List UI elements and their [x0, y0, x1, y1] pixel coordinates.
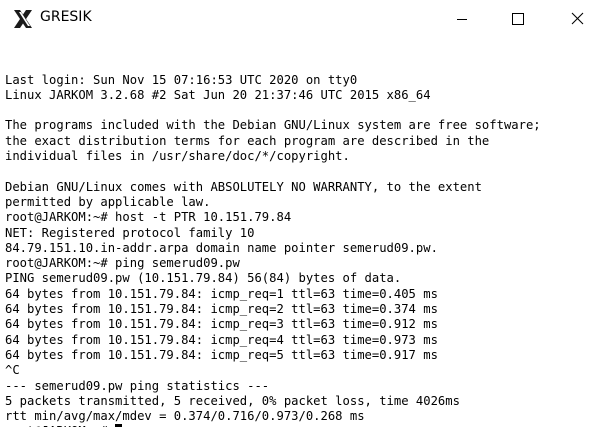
terminal-line: The programs included with the Debian GN…	[5, 118, 541, 133]
terminal-line: 64 bytes from 10.151.79.84: icmp_req=4 t…	[5, 332, 438, 347]
terminal-line: the exact distribution terms for each pr…	[5, 133, 490, 148]
window-title: GRESIK	[40, 9, 92, 25]
window-bottom-edge	[0, 427, 607, 435]
terminal-line: --- semerud09.pw ping statistics ---	[5, 378, 270, 393]
x-app-icon	[12, 8, 34, 30]
maximize-icon	[512, 13, 524, 25]
terminal-line: ^C	[5, 363, 20, 378]
terminal-line: Linux JARKOM 3.2.68 #2 Sat Jun 20 21:37:…	[5, 87, 431, 102]
terminal-line: Debian GNU/Linux comes with ABSOLUTELY N…	[5, 179, 482, 194]
terminal-line: permitted by applicable law.	[5, 194, 211, 209]
terminal-line: NET: Registered protocol family 10	[5, 225, 255, 240]
terminal-line: 64 bytes from 10.151.79.84: icmp_req=5 t…	[5, 347, 438, 362]
terminal-window: GRESIK Last login: Sun Nov 15 07:16:53 U…	[0, 0, 607, 435]
close-icon	[571, 12, 584, 25]
terminal-line: 64 bytes from 10.151.79.84: icmp_req=2 t…	[5, 302, 438, 317]
terminal-line: 64 bytes from 10.151.79.84: icmp_req=3 t…	[5, 317, 438, 332]
terminal-line: Last login: Sun Nov 15 07:16:53 UTC 2020…	[5, 72, 358, 87]
minimize-icon	[457, 19, 467, 20]
terminal-line: rtt min/avg/max/mdev = 0.374/0.716/0.973…	[5, 409, 365, 424]
minimize-button[interactable]	[439, 0, 485, 38]
terminal-line: individual files in /usr/share/doc/*/cop…	[5, 149, 350, 164]
close-button[interactable]	[553, 0, 599, 38]
terminal-line: root@JARKOM:~# ping semerud09.pw	[5, 256, 240, 271]
maximize-button[interactable]	[493, 0, 539, 38]
terminal-line: 84.79.151.10.in-addr.arpa domain name po…	[5, 240, 438, 255]
terminal-line: root@JARKOM:~# host -t PTR 10.151.79.84	[5, 210, 292, 225]
terminal-line: 64 bytes from 10.151.79.84: icmp_req=1 t…	[5, 286, 438, 301]
terminal-line: 5 packets transmitted, 5 received, 0% pa…	[5, 393, 460, 408]
terminal-line: PING semerud09.pw (10.151.79.84) 56(84) …	[5, 271, 402, 286]
title-bar[interactable]: GRESIK	[0, 0, 607, 38]
terminal-output[interactable]: Last login: Sun Nov 15 07:16:53 UTC 2020…	[5, 42, 603, 434]
